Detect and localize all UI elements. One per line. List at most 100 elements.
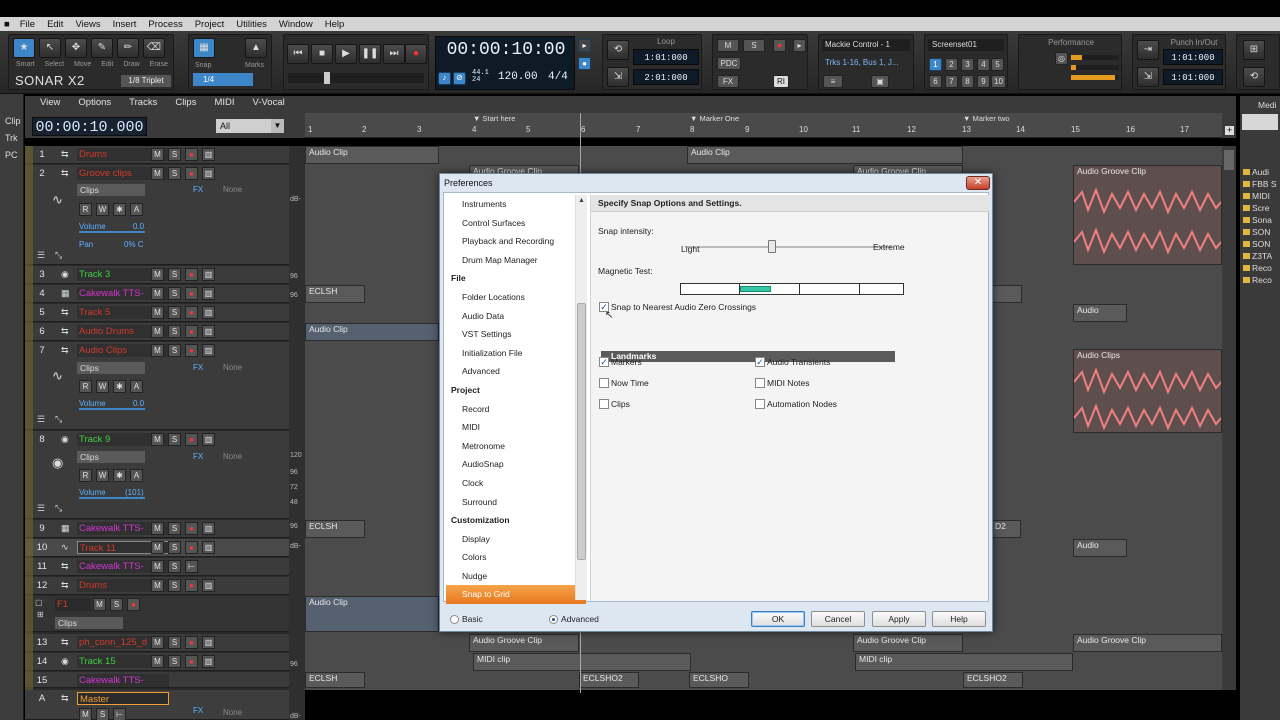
track-row[interactable]: 15 Cakewalk TTS- bbox=[25, 672, 289, 688]
volume-value[interactable]: 0.0 bbox=[133, 222, 144, 231]
play-icon[interactable]: ▶ bbox=[335, 44, 357, 64]
mute-button[interactable]: M bbox=[151, 433, 164, 446]
menu-help[interactable]: Help bbox=[319, 19, 351, 30]
punch-start[interactable]: 1:01:000 bbox=[1163, 49, 1223, 65]
clips-checkbox[interactable] bbox=[599, 399, 609, 409]
close-icon[interactable]: ✕ bbox=[966, 176, 990, 190]
lane-name[interactable]: F1 bbox=[55, 598, 91, 611]
select-tool-icon[interactable]: ↖ bbox=[39, 38, 61, 58]
mute-button[interactable]: M bbox=[151, 268, 164, 281]
help-button[interactable]: Help bbox=[932, 611, 986, 627]
record-arm-icon[interactable]: ● bbox=[185, 287, 198, 300]
tv-menu-midi[interactable]: MIDI bbox=[204, 97, 242, 111]
audio-groove-clip[interactable]: Audio Groove Clip bbox=[469, 634, 579, 652]
automation-nodes-checkbox[interactable] bbox=[755, 399, 765, 409]
menu-file[interactable]: File bbox=[14, 19, 41, 30]
freeze-icon[interactable]: ✱ bbox=[113, 380, 126, 393]
track-menu-icon[interactable]: ☰ bbox=[37, 414, 45, 425]
fx-label[interactable]: FX bbox=[193, 706, 203, 715]
acc-icon[interactable]: ▣ bbox=[871, 75, 889, 88]
mute-button[interactable]: M bbox=[151, 306, 164, 319]
solo-button[interactable]: S bbox=[168, 167, 181, 180]
fx-label[interactable]: FX bbox=[193, 452, 203, 461]
loop-set-icon[interactable]: ⇲ bbox=[607, 67, 629, 87]
tv-menu-vvocal[interactable]: V-Vocal bbox=[243, 97, 293, 111]
menu-utilities[interactable]: Utilities bbox=[230, 19, 273, 30]
control-surface-settings-icon[interactable]: ≡ bbox=[823, 75, 843, 88]
nav-item-clock[interactable]: Clock bbox=[446, 474, 586, 493]
solo-button[interactable]: S bbox=[168, 560, 181, 573]
mute-button[interactable]: M bbox=[151, 560, 164, 573]
tv-menu-view[interactable]: View bbox=[30, 97, 68, 111]
volume-slider[interactable] bbox=[79, 408, 145, 410]
track-row[interactable]: 9 ▦ Cakewalk TTS- M S ● ▥ bbox=[25, 520, 289, 538]
nav-item-display[interactable]: Display bbox=[446, 530, 586, 549]
scrollbar-thumb[interactable] bbox=[1224, 150, 1234, 170]
track-row[interactable]: 5 ⇆ Track 5 M S ● ▥ bbox=[25, 304, 289, 322]
zero-crossings-label[interactable]: Snap to Nearest Audio Zero Crossings bbox=[611, 302, 756, 312]
midi-clip[interactable]: ECLSHO2 bbox=[579, 672, 639, 688]
loop-end[interactable]: 2:01:000 bbox=[633, 69, 699, 85]
nav-item-audio-data[interactable]: Audio Data bbox=[446, 307, 586, 326]
input-select[interactable]: Clips bbox=[77, 451, 145, 463]
midi-clip[interactable]: MIDI clip bbox=[855, 653, 1073, 671]
track-row[interactable]: 12 ⇆ Drums M S ● ▥ bbox=[25, 577, 289, 595]
audio-groove-clip[interactable]: Audio Groove Clip bbox=[1073, 165, 1222, 265]
mute-button[interactable]: M bbox=[151, 325, 164, 338]
track-row[interactable]: 3 ◉ Track 3 M S ● ▥ bbox=[25, 266, 289, 284]
tempo-value[interactable]: 120.00 bbox=[498, 71, 538, 83]
move-tool-icon[interactable]: ✥ bbox=[65, 38, 87, 58]
track-row[interactable]: 4 ▦ Cakewalk TTS- M S ● ▥ bbox=[25, 285, 289, 303]
read-automation-button[interactable]: R bbox=[79, 380, 92, 393]
basic-radio[interactable] bbox=[450, 615, 459, 624]
solo-button[interactable]: S bbox=[168, 148, 181, 161]
media-folder-item[interactable]: Scre bbox=[1240, 202, 1280, 214]
marks-icon[interactable]: ▲ bbox=[245, 38, 267, 58]
nav-item-metronome[interactable]: Metronome bbox=[446, 437, 586, 456]
nav-item-colors[interactable]: Colors bbox=[446, 548, 586, 567]
menu-project[interactable]: Project bbox=[189, 19, 231, 30]
nav-item-midi[interactable]: MIDI bbox=[446, 418, 586, 437]
transport-time[interactable]: 00:00:10:00 bbox=[436, 40, 576, 60]
advanced-radio[interactable] bbox=[549, 615, 558, 624]
write-automation-button[interactable]: W bbox=[96, 203, 109, 216]
screenset-4-button[interactable]: 4 bbox=[977, 58, 990, 71]
read-automation-button[interactable]: R bbox=[79, 203, 92, 216]
screenset-2-button[interactable]: 2 bbox=[945, 58, 958, 71]
mute-button[interactable]: M bbox=[151, 579, 164, 592]
record-arm-icon[interactable]: ● bbox=[185, 268, 198, 281]
stop-icon[interactable]: ■ bbox=[311, 44, 333, 64]
midi-clip[interactable]: ECLSHO bbox=[689, 672, 749, 688]
track-row[interactable]: 8 ◉ Track 9 M S ● ▥ ◉ Clips FX None R W … bbox=[25, 431, 289, 519]
volume-slider[interactable] bbox=[79, 497, 145, 499]
audio-clips-clip[interactable]: Audio Clips bbox=[1073, 349, 1222, 433]
control-surface-select[interactable]: Mackie Control - 1 bbox=[822, 39, 910, 51]
rail-clip-tab[interactable]: Clip bbox=[0, 112, 23, 129]
cancel-button[interactable]: Cancel bbox=[811, 611, 865, 627]
lane-icon[interactable]: ⤡ bbox=[55, 250, 62, 261]
solo-button[interactable]: S bbox=[168, 579, 181, 592]
snap-value[interactable]: 1/4 bbox=[193, 73, 253, 86]
markers-checkbox[interactable]: ✓ bbox=[599, 357, 609, 367]
marker-two[interactable]: ▼ Marker two bbox=[963, 114, 1010, 123]
mute-button[interactable]: M bbox=[151, 148, 164, 161]
audio-transients-label[interactable]: Audio Transients bbox=[767, 357, 830, 367]
nav-item-surround[interactable]: Surround bbox=[446, 493, 586, 512]
lane-collapse-icon[interactable]: ▢ bbox=[35, 598, 43, 607]
audio-clip[interactable]: Audio Clip bbox=[305, 596, 439, 632]
nav-item-playback-recording[interactable]: Playback and Recording bbox=[446, 232, 586, 251]
menu-edit[interactable]: Edit bbox=[41, 19, 69, 30]
nav-item-nudge[interactable]: Nudge bbox=[446, 567, 586, 586]
audio-clip[interactable]: Audio bbox=[1073, 304, 1127, 322]
input-echo-icon[interactable]: ▥ bbox=[202, 148, 215, 161]
screenset-10-button[interactable]: 10 bbox=[991, 75, 1006, 88]
input-echo-icon[interactable]: ▥ bbox=[202, 433, 215, 446]
position-slider[interactable] bbox=[288, 72, 424, 84]
snap-intensity-thumb[interactable] bbox=[768, 240, 776, 253]
nav-item-advanced[interactable]: Advanced bbox=[446, 362, 586, 381]
solo-button[interactable]: S bbox=[168, 636, 181, 649]
nav-item-folder-locations[interactable]: Folder Locations bbox=[446, 288, 586, 307]
record-arm-icon[interactable]: ● bbox=[127, 598, 140, 611]
midi-clip[interactable]: ECLSHO2 bbox=[963, 672, 1023, 688]
pause-icon[interactable]: ❚❚ bbox=[359, 44, 381, 64]
